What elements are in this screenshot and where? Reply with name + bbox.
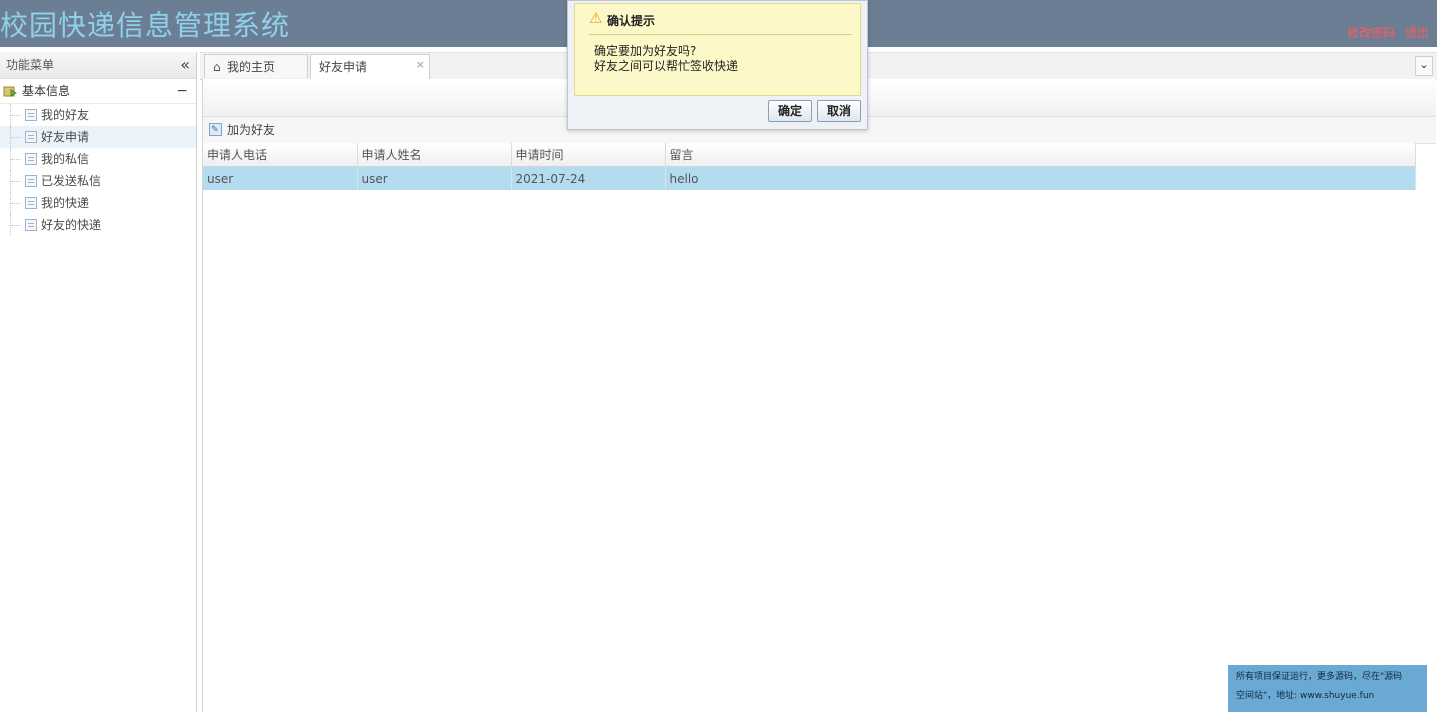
change-password-link[interactable]: 修改密码 [1347,26,1395,40]
tree-line [10,126,23,148]
sidebar: 功能菜单 « 基本信息 − 我的好友 好友申请 我的私信 已发送私信 我的快递 … [0,52,197,712]
group-collapse-icon[interactable]: − [176,79,188,103]
tab-menu-chevron-icon[interactable]: ⌄ [1415,56,1433,76]
menu-list: 我的好友 好友申请 我的私信 已发送私信 我的快递 好友的快递 [0,104,196,236]
folder-arrow-icon [3,86,17,97]
watermark-line-1: 所有项目保证运行，更多源码，尽在"源码 [1236,672,1403,682]
dialog-body: ⚠ 确认提示 确定要加为好友吗? 好友之间可以帮忙签收快递 [574,3,861,96]
dialog-title: ⚠ 确认提示 [589,9,656,29]
tree-line [10,170,23,192]
dialog-message-line-2: 好友之间可以帮忙签收快递 [594,59,739,73]
document-icon [25,219,37,231]
source-watermark: 所有项目保证运行，更多源码，尽在"源码 空间站"，地址: www.shuyue.… [1228,665,1427,712]
document-icon [25,175,37,187]
document-icon [25,153,37,165]
document-icon [25,197,37,209]
document-icon [25,109,37,121]
tab-label: 我的主页 [227,60,276,74]
sidebar-item-label: 好友申请 [41,130,90,144]
sidebar-item-sent-messages[interactable]: 已发送私信 [0,170,196,192]
column-header-name[interactable]: 申请人姓名 [357,143,512,167]
sidebar-item-my-friends[interactable]: 我的好友 [0,104,196,126]
tree-line [10,192,23,214]
sidebar-item-my-messages[interactable]: 我的私信 [0,148,196,170]
sidebar-title: 功能菜单 [6,58,55,72]
sidebar-item-label: 我的快递 [41,196,90,210]
close-tab-icon[interactable]: × [416,53,425,77]
header-links: 修改密码 退出 [1341,24,1429,41]
warning-icon: ⚠ [589,9,603,27]
add-friend-label: 加为好友 [227,123,276,137]
cell-name: user [357,166,512,190]
sidebar-item-my-packages[interactable]: 我的快递 [0,192,196,214]
logout-link[interactable]: 退出 [1405,26,1429,40]
dialog-message: 确定要加为好友吗? 好友之间可以帮忙签收快递 [594,44,738,74]
app-title: 校园快递信息管理系统 [0,9,291,42]
sidebar-item-label: 我的私信 [41,152,90,166]
sidebar-item-label: 已发送私信 [41,174,102,188]
dialog-divider [589,34,852,35]
menu-group-basic-info[interactable]: 基本信息 − [0,79,196,104]
sidebar-item-friend-packages[interactable]: 好友的快递 [0,214,196,236]
cell-message: hello [665,166,1416,190]
menu-group-label: 基本信息 [22,84,71,98]
column-header-phone[interactable]: 申请人电话 [203,143,358,167]
table-header-row: 申请人电话 申请人姓名 申请时间 留言 [203,143,1416,167]
sidebar-item-label: 好友的快递 [41,218,102,232]
edit-icon [209,121,222,139]
add-friend-button[interactable]: 加为好友 [209,121,275,139]
sidebar-header: 功能菜单 « [0,52,196,79]
dialog-title-text: 确认提示 [607,14,656,28]
tab-label: 好友申请 [319,60,368,74]
tree-line [10,214,23,236]
cell-time: 2021-07-24 [511,166,666,190]
column-header-time[interactable]: 申请时间 [511,143,666,167]
sidebar-item-label: 我的好友 [41,108,90,122]
tree-line [10,148,23,170]
collapse-sidebar-icon[interactable]: « [180,52,190,78]
confirm-cancel-button[interactable]: 取消 [817,100,861,122]
tab-friend-requests[interactable]: 好友申请 × [310,54,430,79]
document-icon [25,131,37,143]
sidebar-item-friend-requests[interactable]: 好友申请 [0,126,196,148]
tab-home[interactable]: ⌂ 我的主页 [204,54,308,78]
confirm-dialog: ⚠ 确认提示 确定要加为好友吗? 好友之间可以帮忙签收快递 确定 取消 [567,0,868,130]
table-row[interactable]: user user 2021-07-24 hello [203,166,1416,190]
friend-request-table: 申请人电话 申请人姓名 申请时间 留言 user user 2021-07-24… [203,143,1416,190]
tree-line [10,104,23,126]
column-header-message[interactable]: 留言 [665,143,1416,167]
watermark-line-2: 空间站"，地址: www.shuyue.fun [1236,691,1375,701]
main-content: 加为好友 申请人电话 申请人姓名 申请时间 留言 user user 2021-… [202,79,1436,712]
cell-phone: user [203,166,358,190]
confirm-ok-button[interactable]: 确定 [768,100,812,122]
home-icon: ⌂ [213,60,221,74]
dialog-message-line-1: 确定要加为好友吗? [594,44,697,58]
